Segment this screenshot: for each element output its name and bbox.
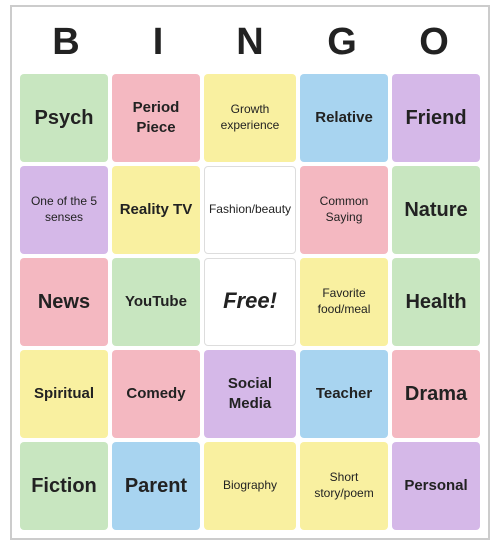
header-letter: N	[206, 21, 294, 64]
cell-r4-c4: Personal	[392, 442, 480, 530]
cell-r0-c2: Growth experience	[204, 74, 296, 162]
cell-r4-c0: Fiction	[20, 442, 108, 530]
cell-r2-c2: Free!	[204, 258, 296, 346]
cell-r2-c3: Favorite food/meal	[300, 258, 388, 346]
cell-r1-c1: Reality TV	[112, 166, 200, 254]
cell-r1-c4: Nature	[392, 166, 480, 254]
cell-r1-c3: Common Saying	[300, 166, 388, 254]
cell-r2-c4: Health	[392, 258, 480, 346]
header-letter: I	[114, 21, 202, 64]
bingo-card: BINGO PsychPeriod PieceGrowth experience…	[10, 5, 490, 540]
header-letter: O	[390, 21, 478, 64]
cell-r1-c2: Fashion/beauty	[204, 166, 296, 254]
cell-r0-c0: Psych	[20, 74, 108, 162]
header-letter: B	[22, 21, 110, 64]
cell-r3-c2: Social Media	[204, 350, 296, 438]
cell-r3-c3: Teacher	[300, 350, 388, 438]
cell-r0-c1: Period Piece	[112, 74, 200, 162]
cell-r3-c1: Comedy	[112, 350, 200, 438]
cell-r1-c0: One of the 5 senses	[20, 166, 108, 254]
cell-r3-c4: Drama	[392, 350, 480, 438]
cell-r4-c2: Biography	[204, 442, 296, 530]
cell-r0-c4: Friend	[392, 74, 480, 162]
cell-r3-c0: Spiritual	[20, 350, 108, 438]
cell-r4-c1: Parent	[112, 442, 200, 530]
cell-r2-c1: YouTube	[112, 258, 200, 346]
cell-r4-c3: Short story/poem	[300, 442, 388, 530]
header-letter: G	[298, 21, 386, 64]
cell-r0-c3: Relative	[300, 74, 388, 162]
bingo-header: BINGO	[20, 15, 480, 74]
cell-r2-c0: News	[20, 258, 108, 346]
bingo-grid: PsychPeriod PieceGrowth experienceRelati…	[20, 74, 480, 530]
